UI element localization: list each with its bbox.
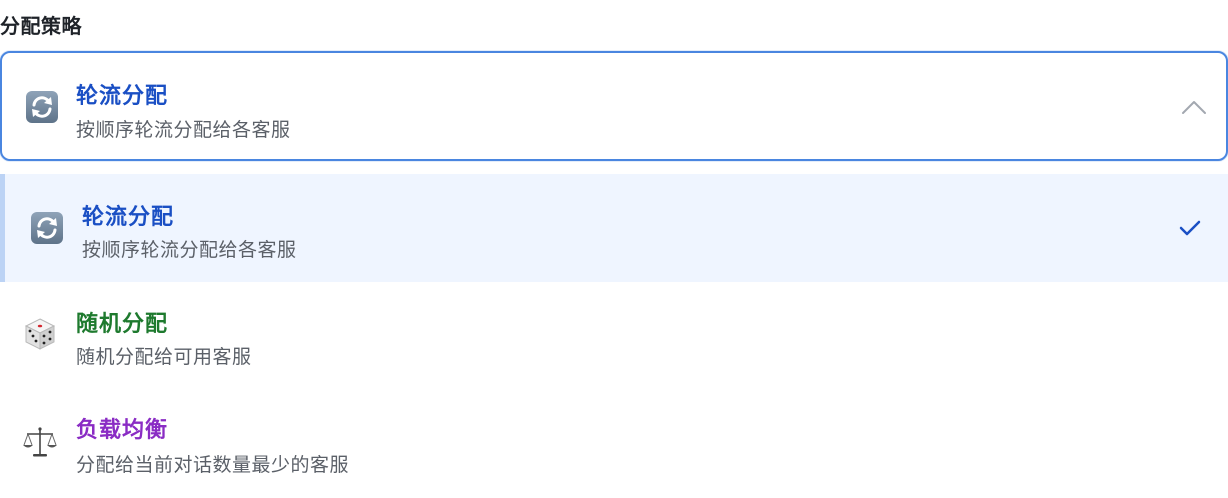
option-load-balance[interactable]: 负载均衡 分配给当前对话数量最少的客服	[0, 390, 1228, 498]
dice-icon	[22, 316, 58, 352]
selected-option-desc: 按顺序轮流分配给各客服	[76, 119, 291, 141]
option-desc: 按顺序轮流分配给各客服	[82, 239, 297, 261]
strategy-dropdown: 轮流分配 按顺序轮流分配给各客服 随机分配 随机分配给可用客服 负载均衡 分配给…	[0, 170, 1228, 498]
chevron-up-icon[interactable]	[1180, 97, 1208, 117]
option-title: 轮流分配	[82, 205, 175, 230]
option-desc: 分配给当前对话数量最少的客服	[76, 454, 350, 476]
refresh-icon	[24, 89, 60, 125]
refresh-icon	[29, 210, 65, 246]
option-desc: 随机分配给可用客服	[76, 346, 252, 368]
field-label: 分配策略	[0, 14, 82, 38]
option-title: 随机分配	[76, 312, 169, 337]
option-random[interactable]: 随机分配 随机分配给可用客服	[0, 282, 1228, 390]
strategy-select[interactable]: 轮流分配 按顺序轮流分配给各客服	[0, 51, 1228, 161]
check-icon	[1178, 218, 1202, 238]
option-round-robin[interactable]: 轮流分配 按顺序轮流分配给各客服	[0, 174, 1228, 282]
option-title: 负载均衡	[76, 418, 169, 443]
selected-option-title: 轮流分配	[76, 84, 169, 109]
scales-icon	[22, 424, 58, 460]
